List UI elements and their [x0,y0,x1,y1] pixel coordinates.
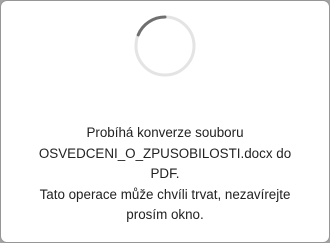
conversion-message: Probíhá konverze souboru OSVEDCENI_O_ZPU… [1,123,329,226]
conversion-progress-dialog: Probíhá konverze souboru OSVEDCENI_O_ZPU… [1,1,329,242]
message-line-2: OSVEDCENI_O_ZPUSOBILOSTI.docx do [38,145,292,161]
loading-spinner-icon [132,13,198,79]
message-line-4: Tato operace může chvíli trvat, nezavíre… [39,186,291,202]
message-line-3: PDF. [150,166,180,181]
message-line-1: Probíhá konverze souboru [86,125,244,140]
message-line-5: prosím okno. [126,207,204,222]
spinner-arc [136,15,167,37]
